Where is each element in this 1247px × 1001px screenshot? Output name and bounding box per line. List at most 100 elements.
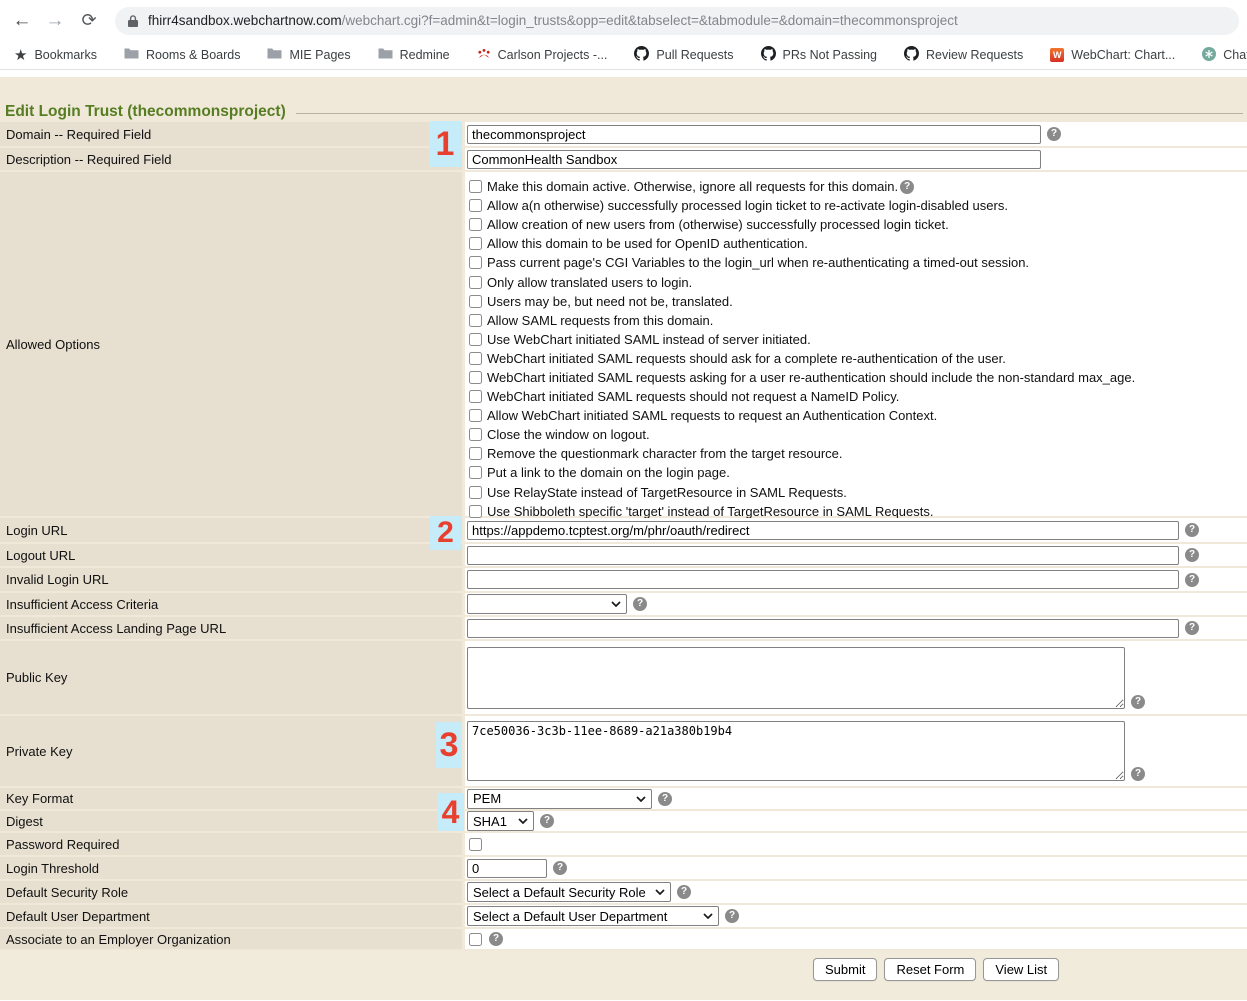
domain-input[interactable] (467, 125, 1041, 144)
option-checkbox[interactable] (469, 352, 482, 365)
option-label: Make this domain active. Otherwise, igno… (487, 179, 898, 194)
option-checkbox[interactable] (469, 256, 482, 269)
forward-button[interactable]: → (41, 10, 69, 32)
chevron-down-icon (611, 601, 621, 607)
form-row-digest: Digest SHA1 ? (0, 811, 1247, 831)
key-format-select[interactable]: PEM (467, 789, 652, 809)
submit-button[interactable]: Submit (813, 958, 877, 981)
option-checkbox[interactable] (469, 447, 482, 460)
bookmark-carlson-projects[interactable]: Carlson Projects -... (477, 47, 608, 64)
default-security-role-label: Default Security Role (0, 881, 462, 903)
form-footer: Submit Reset Form View List (0, 951, 1247, 1000)
description-input[interactable] (467, 150, 1041, 169)
option-checkbox[interactable] (469, 276, 482, 289)
help-icon[interactable]: ? (658, 792, 672, 806)
page-title: Edit Login Trust (thecommonsproject) (5, 103, 286, 121)
help-icon[interactable]: ? (1131, 695, 1145, 709)
option-checkbox[interactable] (469, 505, 482, 518)
annotation-2: 2 (430, 516, 461, 550)
help-icon[interactable]: ? (1185, 621, 1199, 635)
login-threshold-label: Login Threshold (0, 857, 462, 879)
option-checkbox[interactable] (469, 199, 482, 212)
default-user-department-select[interactable]: Select a Default User Department (467, 906, 719, 926)
option-checkbox[interactable] (469, 295, 482, 308)
bookmark-redmine[interactable]: Redmine (378, 47, 450, 63)
help-icon[interactable]: ? (1185, 573, 1199, 587)
digest-select[interactable]: SHA1 (467, 811, 534, 831)
bookmark-review-requests[interactable]: Review Requests (904, 46, 1023, 64)
login-url-input[interactable] (467, 521, 1179, 540)
associate-employer-checkbox[interactable] (469, 933, 482, 946)
invalid-login-url-input[interactable] (467, 570, 1179, 589)
login-threshold-input[interactable] (467, 859, 547, 878)
browser-toolbar: ← → ⟳ fhirr4sandbox.webchartnow.com/webc… (0, 0, 1247, 41)
carlson-icon (477, 47, 491, 64)
help-icon[interactable]: ? (553, 861, 567, 875)
insufficient-access-criteria-select[interactable] (467, 594, 627, 614)
bookmark-rooms-boards[interactable]: Rooms & Boards (124, 47, 240, 63)
option-checkbox[interactable] (469, 409, 482, 422)
help-icon[interactable]: ? (900, 180, 914, 194)
bookmark-bookmarks[interactable]: ★ Bookmarks (14, 48, 97, 63)
form-row-default-security-role: Default Security Role Select a Default S… (0, 881, 1247, 903)
reset-form-button[interactable]: Reset Form (884, 958, 976, 981)
bookmark-pull-requests[interactable]: Pull Requests (634, 46, 733, 64)
help-icon[interactable]: ? (540, 814, 554, 828)
default-security-role-select[interactable]: Select a Default Security Role (467, 882, 671, 902)
checkbox-option: Remove the questionmark character from t… (467, 444, 1135, 463)
help-icon[interactable]: ? (633, 597, 647, 611)
logout-url-input[interactable] (467, 546, 1179, 565)
password-required-checkbox[interactable] (469, 838, 482, 851)
checkbox-option: Allow a(n otherwise) successfully proces… (467, 196, 1135, 215)
option-label: Allow WebChart initiated SAML requests t… (487, 408, 937, 423)
back-button[interactable]: ← (8, 10, 36, 32)
chrome-content-gap (0, 70, 1247, 77)
checkbox-option: Put a link to the domain on the login pa… (467, 463, 1135, 482)
help-icon[interactable]: ? (1185, 523, 1199, 537)
option-checkbox[interactable] (469, 333, 482, 346)
chevron-down-icon (636, 796, 646, 802)
form-row-public-key: Public Key ? (0, 641, 1247, 714)
help-icon[interactable]: ? (725, 909, 739, 923)
option-label: Allow this domain to be used for OpenID … (487, 236, 808, 251)
help-icon[interactable]: ? (1185, 548, 1199, 562)
view-list-button[interactable]: View List (983, 958, 1059, 981)
option-checkbox[interactable] (469, 466, 482, 479)
legend-divider (296, 113, 1243, 114)
form-row-insufficient-access-landing: Insufficient Access Landing Page URL ? (0, 617, 1247, 639)
option-checkbox[interactable] (469, 390, 482, 403)
checkbox-option: Only allow translated users to login. (467, 272, 1135, 291)
help-icon[interactable]: ? (1131, 767, 1145, 781)
option-checkbox[interactable] (469, 486, 482, 499)
url-bar[interactable]: fhirr4sandbox.webchartnow.com/webchart.c… (115, 7, 1239, 35)
bookmark-prs-not-passing[interactable]: PRs Not Passing (761, 46, 877, 64)
help-icon[interactable]: ? (677, 885, 691, 899)
allowed-options-label: Allowed Options (0, 172, 462, 516)
checkbox-option: Allow WebChart initiated SAML requests t… (467, 406, 1135, 425)
help-icon[interactable]: ? (1047, 127, 1061, 141)
help-icon[interactable]: ? (489, 932, 503, 946)
option-checkbox[interactable] (469, 428, 482, 441)
option-checkbox[interactable] (469, 218, 482, 231)
option-label: Only allow translated users to login. (487, 275, 692, 290)
bookmark-webchart[interactable]: W WebChart: Chart... (1050, 48, 1175, 62)
option-checkbox[interactable] (469, 314, 482, 327)
associate-employer-label: Associate to an Employer Organization (0, 929, 462, 949)
insufficient-access-criteria-label: Insufficient Access Criteria (0, 593, 462, 615)
bookmark-mie-pages[interactable]: MIE Pages (267, 47, 350, 63)
default-user-department-label: Default User Department (0, 905, 462, 927)
option-checkbox[interactable] (469, 371, 482, 384)
reload-button[interactable]: ⟳ (75, 10, 103, 31)
option-label: Users may be, but need not be, translate… (487, 294, 733, 309)
private-key-textarea[interactable]: 7ce50036-3c3b-11ee-8689-a21a380b19b4 (467, 721, 1125, 781)
option-checkbox[interactable] (469, 237, 482, 250)
star-icon: ★ (14, 48, 27, 63)
checkbox-option: WebChart initiated SAML requests asking … (467, 368, 1135, 387)
form-row-login-url: Login URL ? (0, 518, 1247, 542)
option-checkbox[interactable] (469, 180, 482, 193)
bookmark-chatgpt[interactable]: ChatGPT (1202, 47, 1247, 64)
form-row-logout-url: Logout URL ? (0, 544, 1247, 566)
insufficient-access-landing-input[interactable] (467, 619, 1179, 638)
option-label: Close the window on logout. (487, 427, 650, 442)
public-key-textarea[interactable] (467, 647, 1125, 709)
